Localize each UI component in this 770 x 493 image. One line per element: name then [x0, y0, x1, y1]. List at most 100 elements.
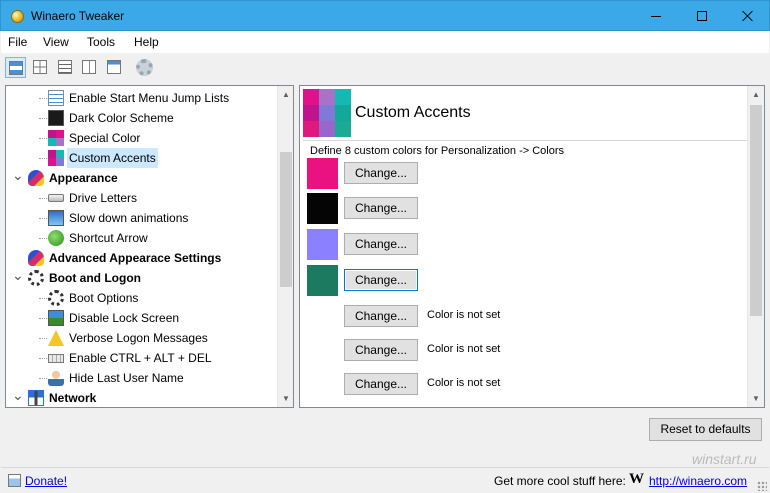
panel-scroll-thumb[interactable]	[750, 105, 762, 316]
change-color-button[interactable]: Change...	[344, 233, 418, 255]
color-swatch	[307, 193, 338, 224]
tree-item-label: Drive Letters	[69, 191, 138, 205]
accent-cell	[319, 105, 335, 121]
tree-connector	[39, 238, 47, 239]
view-list-icon	[58, 60, 72, 74]
tree-item[interactable]: ⌄ Boot and Logon	[6, 268, 276, 288]
tree-expander-icon[interactable]: ⌄	[12, 268, 24, 288]
menu-tools[interactable]: Tools	[87, 35, 115, 49]
panel-scrollbar[interactable]: ▲ ▼	[747, 86, 764, 407]
tree-item-label: Advanced Appearace Settings	[49, 251, 222, 265]
menu-file[interactable]: File	[8, 35, 27, 49]
color-swatch	[307, 265, 338, 296]
settings-button[interactable]	[133, 57, 154, 78]
tree-expander-icon[interactable]: ⌄	[12, 388, 24, 407]
tree-scroll-thumb[interactable]	[280, 152, 292, 287]
tree-item-label: Network	[49, 391, 97, 405]
change-color-button[interactable]: Change...	[344, 197, 418, 219]
change-color-button[interactable]: Change...	[344, 162, 418, 184]
scroll-down-arrow-icon[interactable]: ▼	[278, 390, 293, 407]
tree-connector	[39, 298, 47, 299]
tree-connector	[39, 198, 47, 199]
view-tiles-button[interactable]	[79, 57, 100, 78]
color-status-text: Color is not set	[427, 309, 501, 321]
view-grid-button[interactable]	[30, 57, 51, 78]
view-list-button[interactable]	[55, 57, 76, 78]
tree-item[interactable]: ⌄ Appearance	[6, 168, 276, 188]
tree-item[interactable]: Enable Start Menu Jump Lists	[6, 88, 276, 108]
status-bar: Donate! Get more cool stuff here: W http…	[1, 467, 769, 493]
tree-item-label: Enable Start Menu Jump Lists	[69, 91, 230, 105]
tree-item[interactable]: Hide Last User Name	[6, 368, 276, 388]
custom-accents-panel: Custom Accents Define 8 custom colors fo…	[299, 85, 765, 408]
resize-grip-icon[interactable]	[757, 481, 767, 491]
donate-icon	[8, 474, 21, 487]
reset-to-defaults-button[interactable]: Reset to defaults	[649, 418, 762, 441]
warning-icon	[48, 330, 64, 346]
tree-connector	[39, 98, 47, 99]
scroll-up-arrow-icon[interactable]: ▲	[748, 86, 764, 103]
change-color-button[interactable]: Change...	[344, 373, 418, 395]
user-icon	[48, 370, 64, 386]
change-color-button[interactable]: Change...	[344, 269, 418, 291]
panel-description: Define 8 custom colors for Personalizati…	[310, 145, 565, 157]
tree-item[interactable]: Slow down animations	[6, 208, 276, 228]
tree-item[interactable]: Special Color	[6, 128, 276, 148]
tree-item-label: Enable CTRL + ALT + DEL	[69, 351, 212, 365]
header-divider	[303, 140, 747, 141]
tree-item-label: Special Color	[69, 131, 141, 145]
scroll-down-arrow-icon[interactable]: ▼	[748, 390, 764, 407]
view-tiles-icon	[82, 60, 96, 74]
close-button[interactable]	[725, 1, 770, 31]
tree-item-label: Hide Last User Name	[69, 371, 184, 385]
tree-item[interactable]: Advanced Appearace Settings	[6, 248, 276, 268]
menu-view[interactable]: View	[43, 35, 69, 49]
scroll-up-arrow-icon[interactable]: ▲	[278, 86, 293, 103]
shortcut-arrow-icon	[48, 230, 64, 246]
keyboard-icon	[48, 354, 64, 363]
tree-scrollbar[interactable]: ▲ ▼	[277, 86, 293, 407]
minimize-icon	[651, 15, 661, 17]
winaero-site-link[interactable]: http://winaero.com	[649, 474, 747, 488]
color-swatch	[307, 229, 338, 260]
spinner-icon	[28, 270, 44, 286]
donate-link[interactable]: Donate!	[25, 474, 67, 488]
tree-item[interactable]: Enable CTRL + ALT + DEL	[6, 348, 276, 368]
menu-help[interactable]: Help	[134, 35, 159, 49]
monitor-icon	[48, 210, 64, 226]
view-details-button[interactable]	[5, 57, 26, 78]
tree-connector	[39, 318, 47, 319]
tree-item[interactable]: Custom Accents	[6, 148, 276, 168]
promo-text: Get more cool stuff here:	[494, 474, 626, 488]
tree-item[interactable]: ⌄ Network	[6, 388, 276, 407]
view-content-button[interactable]	[104, 57, 125, 78]
tree-item-label: Appearance	[49, 171, 118, 185]
tree-connector	[39, 138, 47, 139]
accent-cell	[303, 105, 319, 121]
tree-item[interactable]: Dark Color Scheme	[6, 108, 276, 128]
tree-item-label: Boot and Logon	[49, 271, 141, 285]
accent-cell	[319, 89, 335, 105]
accent-cell	[335, 105, 351, 121]
tree-connector	[39, 378, 47, 379]
accents-grid-icon	[303, 89, 351, 137]
color-palette-icon	[48, 130, 64, 146]
tree-item[interactable]: Boot Options	[6, 288, 276, 308]
drive-icon	[48, 194, 64, 202]
change-color-button[interactable]: Change...	[344, 339, 418, 361]
change-color-button[interactable]: Change...	[344, 305, 418, 327]
view-grid-icon	[33, 60, 47, 74]
view-details-icon	[9, 61, 23, 75]
tree-item[interactable]: Shortcut Arrow	[6, 228, 276, 248]
tree-item-label: Boot Options	[69, 291, 139, 305]
minimize-button[interactable]	[633, 1, 679, 31]
appearance-icon	[28, 170, 44, 186]
tree-expander-icon[interactable]: ⌄	[12, 168, 24, 188]
tree-item[interactable]: Verbose Logon Messages	[6, 328, 276, 348]
title-bar[interactable]: Winaero Tweaker	[0, 0, 770, 31]
tree-item[interactable]: Disable Lock Screen	[6, 308, 276, 328]
maximize-button[interactable]	[679, 1, 725, 31]
tree-item[interactable]: Drive Letters	[6, 188, 276, 208]
toolbar	[1, 53, 769, 83]
tweaks-tree[interactable]: Enable Start Menu Jump Lists Dark Color S…	[5, 85, 294, 408]
